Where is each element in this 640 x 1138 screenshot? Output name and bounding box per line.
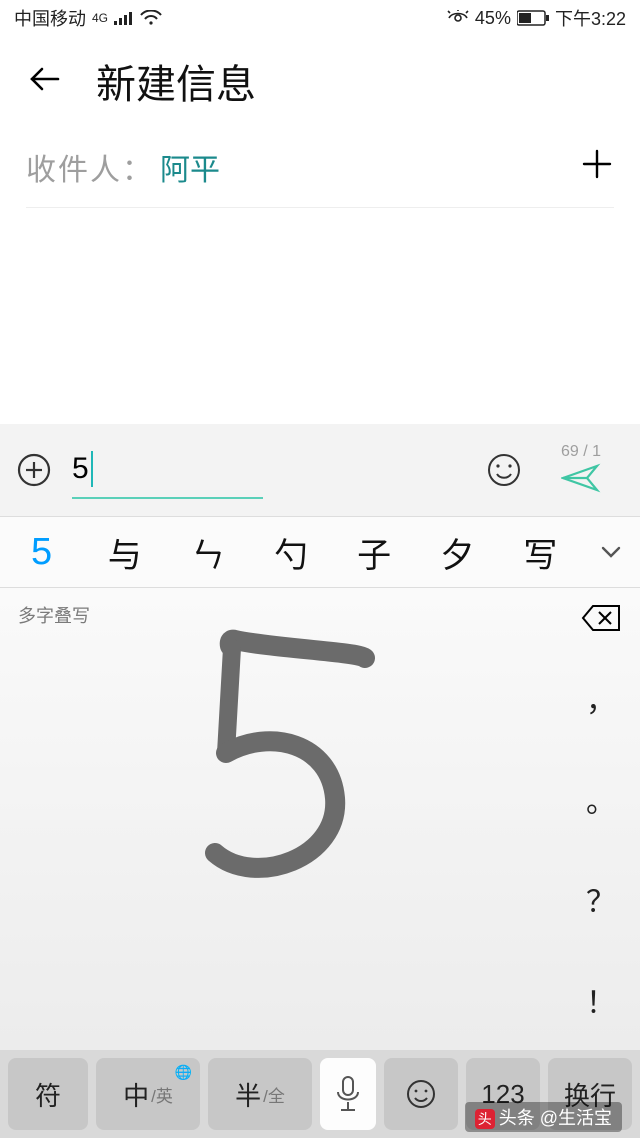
candidate-6[interactable]: 写 — [499, 528, 582, 577]
message-body-area[interactable] — [0, 208, 640, 424]
compose-bar: 5 69 / 1 — [0, 424, 640, 516]
clock-label: 下午3:22 — [555, 5, 626, 31]
recipient-row[interactable]: 收件人： 阿平 — [26, 126, 614, 208]
candidate-5[interactable]: 夕 — [416, 528, 499, 577]
watermark-author: @生活宝 — [540, 1108, 612, 1128]
voice-input-key[interactable] — [320, 1058, 376, 1130]
keyboard-emoji-key[interactable] — [384, 1058, 458, 1130]
battery-pct: 45% — [475, 8, 511, 29]
handwriting-stroke — [160, 628, 400, 888]
network-badge: 4G — [92, 11, 108, 25]
emoji-button[interactable] — [482, 452, 526, 488]
lang-main: 中 — [123, 1076, 149, 1113]
battery-icon — [517, 10, 549, 26]
carrier-label: 中国移动 — [14, 5, 86, 31]
candidate-1[interactable]: 与 — [83, 528, 166, 577]
question-key[interactable]: ？ — [562, 849, 640, 950]
ime-candidate-bar: 5 与 ㄣ 勺 子 夕 写 — [0, 516, 640, 588]
candidate-3[interactable]: 勺 — [249, 528, 332, 577]
char-counter: 69 / 1 — [561, 443, 601, 461]
text-caret — [91, 451, 93, 487]
back-arrow-icon[interactable] — [26, 61, 62, 102]
language-toggle-key[interactable]: 🌐 中/英 — [96, 1058, 200, 1130]
watermark-logo: 头 — [475, 1109, 495, 1129]
send-button[interactable] — [561, 463, 601, 498]
app-header: 新建信息 — [0, 36, 640, 126]
comma-key[interactable]: ， — [562, 648, 640, 749]
eye-icon — [447, 10, 469, 26]
signal-icon — [114, 11, 134, 25]
backspace-key[interactable] — [562, 588, 640, 648]
exclaim-key[interactable]: ！ — [562, 950, 640, 1051]
handwriting-side-keys: ， 。 ？ ！ — [562, 588, 640, 1050]
half-sub: /全 — [263, 1082, 285, 1107]
message-input-text: 5 — [72, 452, 89, 486]
period-key[interactable]: 。 — [562, 749, 640, 850]
half-main: 半 — [235, 1076, 261, 1113]
message-input[interactable]: 5 — [72, 441, 263, 499]
recipient-label: 收件人： — [26, 145, 154, 189]
handwriting-hint: 多字叠写 — [18, 602, 90, 628]
candidate-4[interactable]: 子 — [333, 528, 416, 577]
halfwidth-toggle-key[interactable]: 半/全 — [208, 1058, 312, 1130]
status-bar: 中国移动 4G 45% 下午3:22 — [0, 0, 640, 36]
candidates-expand-button[interactable] — [582, 539, 640, 565]
add-recipient-button[interactable] — [580, 147, 614, 186]
symbols-key[interactable]: 符 — [8, 1058, 88, 1130]
microphone-icon — [333, 1074, 363, 1114]
candidate-2[interactable]: ㄣ — [166, 528, 249, 577]
candidate-0[interactable]: 5 — [0, 531, 83, 574]
handwriting-area: 多字叠写 ， 。 ？ ！ — [0, 588, 640, 1050]
handwriting-canvas[interactable]: 多字叠写 — [0, 588, 562, 1050]
lang-sub: /英 — [151, 1082, 173, 1107]
smile-icon — [405, 1078, 437, 1110]
wifi-icon — [140, 10, 162, 26]
watermark: 头头条 @生活宝 — [465, 1102, 622, 1132]
watermark-brand: 头条 — [499, 1108, 535, 1128]
attach-button[interactable] — [14, 452, 54, 488]
recipient-name: 阿平 — [160, 145, 220, 189]
page-title: 新建信息 — [96, 52, 256, 110]
globe-icon: 🌐 — [175, 1064, 192, 1081]
